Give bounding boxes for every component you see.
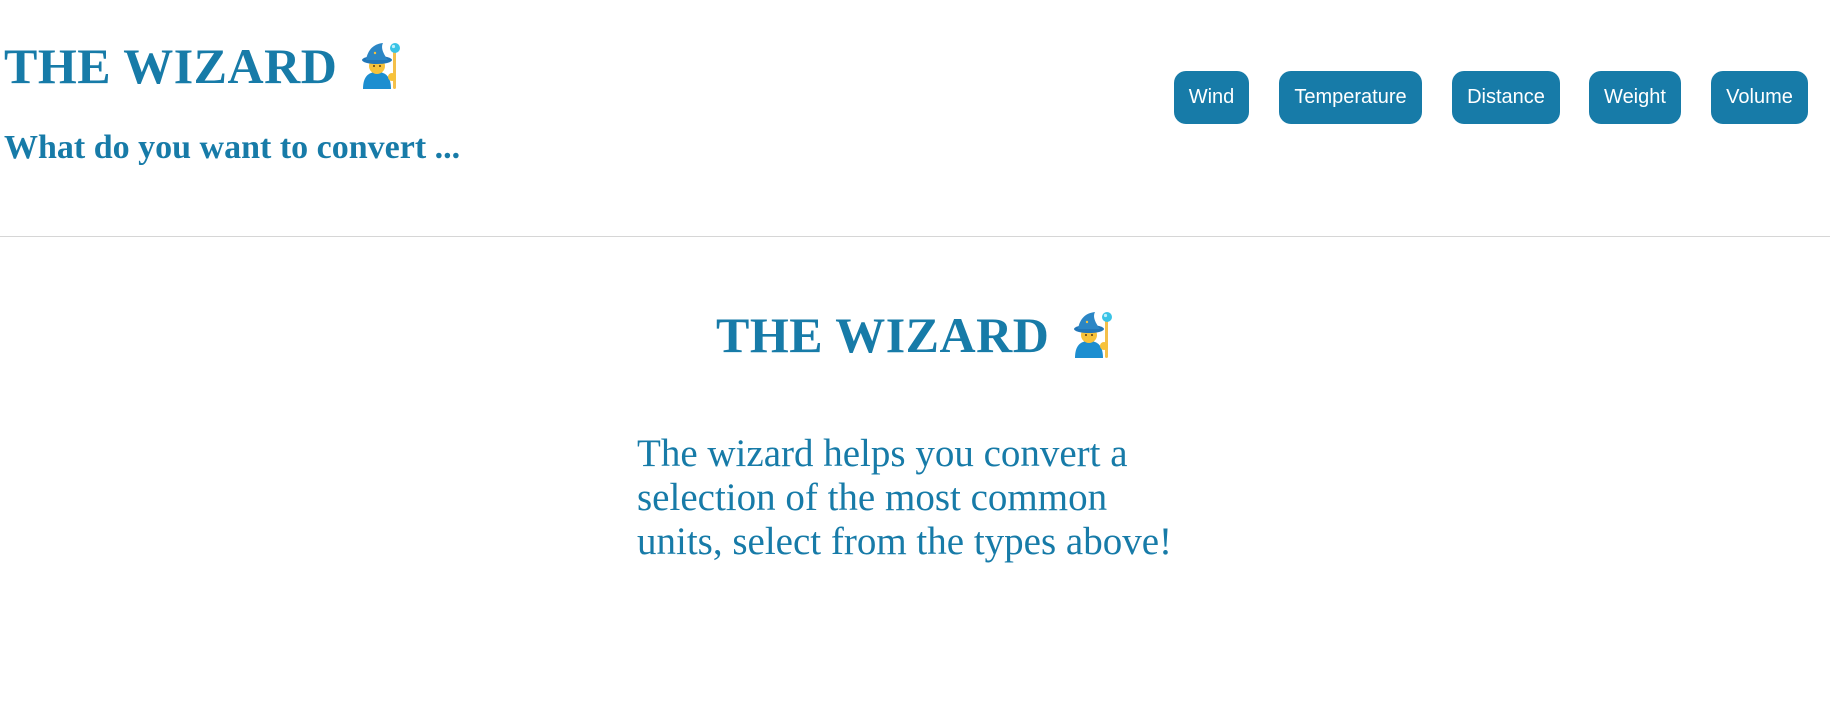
nav-button-temperature[interactable]: Temperature <box>1279 71 1422 124</box>
hero-description: The wizard helps you convert a selection… <box>637 432 1197 564</box>
nav-button-wind[interactable]: Wind <box>1174 71 1249 124</box>
wizard-emoji-icon <box>1069 310 1115 360</box>
nav-button-volume[interactable]: Volume <box>1711 71 1808 124</box>
brand-title: THE WIZARD <box>4 38 403 97</box>
hero-title-text: THE WIZARD <box>716 307 1050 363</box>
nav-button-distance[interactable]: Distance <box>1452 71 1560 124</box>
hero-description-line: The wizard helps you convert a <box>637 432 1128 475</box>
hero-description-line: selection of the most common <box>637 476 1108 519</box>
brand-subtitle: What do you want to convert ... <box>4 129 461 166</box>
brand-title-text: THE WIZARD <box>4 38 338 94</box>
wizard-emoji-icon <box>357 41 403 91</box>
header-divider <box>0 236 1830 237</box>
hero-description-line: units, select from the types above! <box>637 520 1173 563</box>
page-header: THE WIZARD What do you want to convert .… <box>0 0 1830 236</box>
hero-title: THE WIZARD <box>716 307 1115 366</box>
nav-button-weight[interactable]: Weight <box>1589 71 1681 124</box>
